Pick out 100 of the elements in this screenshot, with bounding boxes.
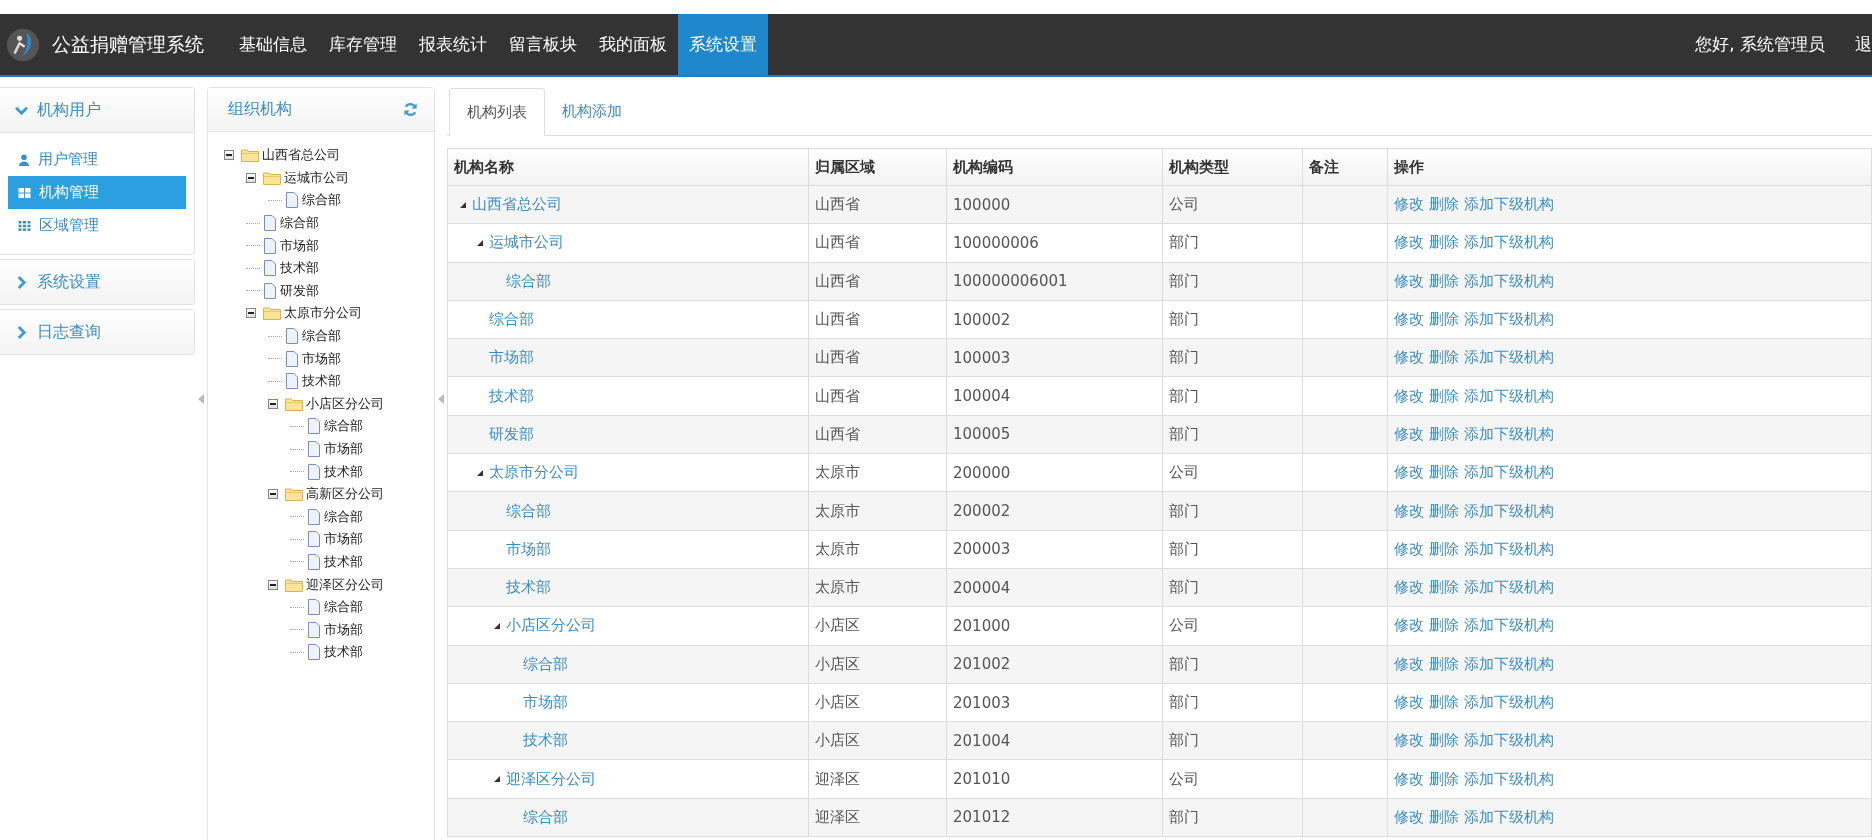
nav-menu-item[interactable]: 系统设置 xyxy=(678,14,768,75)
expand-triangle-icon[interactable] xyxy=(494,622,500,629)
action-link[interactable]: 修改 xyxy=(1394,463,1424,482)
org-name-link[interactable]: 综合部 xyxy=(506,271,551,291)
org-name-link[interactable]: 综合部 xyxy=(523,807,568,827)
action-link[interactable]: 删除 xyxy=(1429,271,1459,290)
action-link[interactable]: 修改 xyxy=(1394,310,1424,329)
org-name-link[interactable]: 综合部 xyxy=(489,310,534,330)
org-name-link[interactable]: 技术部 xyxy=(523,731,568,751)
logout-link[interactable]: 退 xyxy=(1855,33,1872,56)
tree-node[interactable]: 市场部 xyxy=(324,440,363,458)
org-name-link[interactable]: 运城市公司 xyxy=(489,233,564,253)
action-link[interactable]: 添加下级机构 xyxy=(1464,769,1554,788)
action-link[interactable]: 修改 xyxy=(1394,348,1424,367)
sidebar-item[interactable]: 用户管理 xyxy=(8,143,186,176)
tree-node[interactable]: 综合部 xyxy=(302,191,341,210)
action-link[interactable]: 删除 xyxy=(1429,501,1459,520)
collapse-toggle-icon[interactable] xyxy=(246,308,256,319)
org-name-link[interactable]: 技术部 xyxy=(489,386,534,406)
tree-node[interactable]: 高新区分公司 xyxy=(306,485,384,504)
org-name-link[interactable]: 市场部 xyxy=(523,693,568,712)
action-link[interactable]: 修改 xyxy=(1394,578,1424,597)
action-link[interactable]: 添加下级机构 xyxy=(1464,386,1554,405)
action-link[interactable]: 添加下级机构 xyxy=(1464,463,1554,482)
tree-node[interactable]: 综合部 xyxy=(324,417,363,436)
tree-node[interactable]: 技术部 xyxy=(324,643,363,662)
action-link[interactable]: 添加下级机构 xyxy=(1464,348,1554,367)
action-link[interactable]: 添加下级机构 xyxy=(1464,693,1554,711)
expand-triangle-icon[interactable] xyxy=(477,239,483,246)
collapse-toggle-icon[interactable] xyxy=(268,579,278,590)
tree-node[interactable]: 市场部 xyxy=(324,530,363,549)
action-link[interactable]: 修改 xyxy=(1394,386,1424,405)
tab[interactable]: 机构列表 xyxy=(449,88,545,136)
org-name-link[interactable]: 太原市分公司 xyxy=(489,463,579,483)
action-link[interactable]: 添加下级机构 xyxy=(1464,807,1554,826)
org-name-link[interactable]: 综合部 xyxy=(506,501,551,521)
action-link[interactable]: 添加下级机构 xyxy=(1464,271,1554,290)
expand-triangle-icon[interactable] xyxy=(477,469,483,476)
org-name-link[interactable]: 迎泽区分公司 xyxy=(506,769,596,789)
tab[interactable]: 机构添加 xyxy=(545,88,639,135)
tree-node[interactable]: 小店区分公司 xyxy=(306,394,384,413)
action-link[interactable]: 添加下级机构 xyxy=(1464,195,1554,214)
tree-node[interactable]: 技术部 xyxy=(280,259,319,278)
action-link[interactable]: 修改 xyxy=(1394,654,1424,673)
action-link[interactable]: 修改 xyxy=(1394,424,1424,443)
tree-node[interactable]: 综合部 xyxy=(324,598,363,617)
action-link[interactable]: 删除 xyxy=(1429,539,1459,558)
tree-node[interactable]: 市场部 xyxy=(324,620,363,639)
action-link[interactable]: 删除 xyxy=(1429,616,1459,635)
expand-triangle-icon[interactable] xyxy=(460,201,466,208)
action-link[interactable]: 修改 xyxy=(1394,769,1424,788)
nav-menu-item[interactable]: 库存管理 xyxy=(318,14,408,75)
tree-node[interactable]: 迎泽区分公司 xyxy=(306,575,384,594)
sidebar-group-header[interactable]: 机构用户 xyxy=(0,88,194,132)
action-link[interactable]: 修改 xyxy=(1394,233,1424,252)
org-name-link[interactable]: 技术部 xyxy=(506,578,551,598)
tree-node[interactable]: 技术部 xyxy=(324,462,363,481)
action-link[interactable]: 删除 xyxy=(1429,731,1459,750)
collapse-toggle-icon[interactable] xyxy=(246,172,256,183)
org-name-link[interactable]: 小店区分公司 xyxy=(506,616,596,636)
action-link[interactable]: 删除 xyxy=(1429,463,1459,482)
action-link[interactable]: 添加下级机构 xyxy=(1464,233,1554,252)
collapse-toggle-icon[interactable] xyxy=(268,489,278,500)
action-link[interactable]: 添加下级机构 xyxy=(1464,578,1554,597)
tree-node[interactable]: 太原市分公司 xyxy=(284,304,362,323)
action-link[interactable]: 删除 xyxy=(1429,348,1459,367)
org-name-link[interactable]: 山西省总公司 xyxy=(472,195,562,215)
action-link[interactable]: 删除 xyxy=(1429,807,1459,826)
nav-menu-item[interactable]: 基础信息 xyxy=(228,14,318,75)
tree-node[interactable]: 综合部 xyxy=(280,214,319,233)
refresh-icon[interactable] xyxy=(403,102,418,117)
action-link[interactable]: 删除 xyxy=(1429,693,1459,711)
sidebar-item[interactable]: 区域管理 xyxy=(8,209,186,242)
action-link[interactable]: 添加下级机构 xyxy=(1464,616,1554,635)
action-link[interactable]: 修改 xyxy=(1394,271,1424,290)
tree-node[interactable]: 市场部 xyxy=(280,236,319,255)
action-link[interactable]: 修改 xyxy=(1394,539,1424,558)
tree-node[interactable]: 山西省总公司 xyxy=(262,146,340,165)
action-link[interactable]: 删除 xyxy=(1429,769,1459,788)
tree-node[interactable]: 综合部 xyxy=(302,327,341,346)
tree-node[interactable]: 技术部 xyxy=(302,372,341,391)
action-link[interactable]: 删除 xyxy=(1429,195,1459,214)
action-link[interactable]: 删除 xyxy=(1429,424,1459,443)
tree-node[interactable]: 市场部 xyxy=(302,349,341,368)
action-link[interactable]: 修改 xyxy=(1394,807,1424,826)
org-name-link[interactable]: 综合部 xyxy=(523,654,568,674)
nav-menu-item[interactable]: 报表统计 xyxy=(408,14,498,75)
action-link[interactable]: 修改 xyxy=(1394,731,1424,750)
action-link[interactable]: 删除 xyxy=(1429,233,1459,252)
action-link[interactable]: 修改 xyxy=(1394,693,1424,711)
action-link[interactable]: 删除 xyxy=(1429,310,1459,329)
sidebar-item[interactable]: 机构管理 xyxy=(8,176,186,209)
tree-node[interactable]: 研发部 xyxy=(280,281,319,300)
action-link[interactable]: 添加下级机构 xyxy=(1464,424,1554,443)
tree-node[interactable]: 综合部 xyxy=(324,507,363,526)
sidebar-group-header[interactable]: 日志查询 xyxy=(0,310,194,354)
nav-menu-item[interactable]: 我的面板 xyxy=(588,14,678,75)
collapse-toggle-icon[interactable] xyxy=(224,150,234,161)
action-link[interactable]: 添加下级机构 xyxy=(1464,731,1554,750)
action-link[interactable]: 删除 xyxy=(1429,386,1459,405)
